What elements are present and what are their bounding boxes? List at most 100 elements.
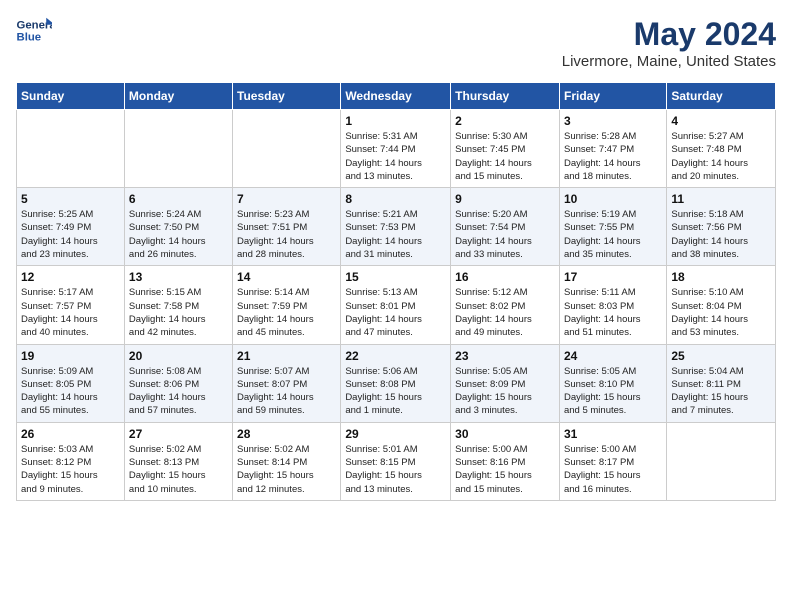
- calendar-cell: 28Sunrise: 5:02 AMSunset: 8:14 PMDayligh…: [233, 422, 341, 500]
- calendar-cell: 15Sunrise: 5:13 AMSunset: 8:01 PMDayligh…: [341, 266, 451, 344]
- day-info-line: Sunrise: 5:21 AM: [345, 209, 417, 220]
- day-number: 25: [671, 349, 771, 363]
- day-info: Sunrise: 5:12 AM Sunset: 8:02 PM Daylight:…: [455, 286, 555, 339]
- calendar-cell: 19 Sunrise: 5:09 AMSunset: 8:05 PMDayligh…: [17, 344, 125, 422]
- calendar-cell: 11 Sunrise: 5:18 AMSunset: 7:56 PMDayligh…: [667, 188, 776, 266]
- day-info-line: and 12 minutes.: [237, 484, 305, 495]
- day-number: 18: [671, 270, 771, 284]
- day-info-line: Daylight: 14 hours: [564, 314, 641, 325]
- day-info-line: Daylight: 15 hours: [564, 392, 641, 403]
- day-info-line: and 23 minutes.: [21, 249, 89, 260]
- day-info: Sunrise: 5:24 AMSunset: 7:50 PMDaylight:…: [129, 208, 228, 261]
- day-info-line: and 5 minutes.: [564, 405, 626, 416]
- day-info-line: Sunset: 8:02 PM: [455, 301, 525, 312]
- day-info-line: Sunset: 7:44 PM: [345, 144, 415, 155]
- day-info: Sunrise: 5:27 AMSunset: 7:48 PMDaylight:…: [671, 130, 771, 183]
- day-info-line: and 38 minutes.: [671, 249, 739, 260]
- day-info-line: Sunset: 7:45 PM: [455, 144, 525, 155]
- day-info-line: Daylight: 15 hours: [345, 392, 422, 403]
- day-info-line: Sunset: 8:15 PM: [345, 457, 415, 468]
- weekday-header-saturday: Saturday: [667, 83, 776, 110]
- day-info-line: Sunrise: 5:12 AM: [455, 287, 527, 298]
- day-info: Sunrise: 5:05 AMSunset: 8:10 PMDaylight:…: [564, 365, 662, 418]
- day-info-line: Sunset: 7:58 PM: [129, 301, 199, 312]
- calendar-cell: 5Sunrise: 5:25 AMSunset: 7:49 PMDaylight…: [17, 188, 125, 266]
- day-info-line: Sunset: 8:11 PM: [671, 379, 741, 390]
- day-info: Sunrise: 5:14 AMSunset: 7:59 PMDaylight:…: [237, 286, 336, 339]
- day-info-line: Sunrise: 5:07 AM: [237, 366, 309, 377]
- day-info-line: Daylight: 15 hours: [21, 470, 98, 481]
- calendar-cell: 25Sunrise: 5:04 AMSunset: 8:11 PMDayligh…: [667, 344, 776, 422]
- calendar-cell: [17, 110, 125, 188]
- day-info-line: Sunrise: 5:19 AM: [564, 209, 636, 220]
- calendar-week-row: 19 Sunrise: 5:09 AMSunset: 8:05 PMDayligh…: [17, 344, 776, 422]
- day-info-line: and 13 minutes.: [345, 484, 413, 495]
- day-info-line: and 33 minutes.: [455, 249, 523, 260]
- day-number: 29: [345, 427, 446, 441]
- day-info: Sunrise: 5:10 AMSunset: 8:04 PMDaylight:…: [671, 286, 771, 339]
- day-info: Sunrise: 5:00 AMSunset: 8:16 PMDaylight:…: [455, 443, 555, 496]
- day-number: 27: [129, 427, 228, 441]
- day-info-line: Daylight: 14 hours: [455, 158, 532, 169]
- day-info-line: Sunset: 7:59 PM: [237, 301, 307, 312]
- day-info-line: Sunrise: 5:05 AM: [455, 366, 527, 377]
- calendar-cell: 20Sunrise: 5:08 AMSunset: 8:06 PMDayligh…: [124, 344, 232, 422]
- day-number: 24: [564, 349, 662, 363]
- day-info-line: Sunrise: 5:17 AM: [21, 287, 93, 298]
- weekday-header-wednesday: Wednesday: [341, 83, 451, 110]
- day-info-line: Sunset: 8:08 PM: [345, 379, 415, 390]
- day-info: Sunrise: 5:06 AM Sunset: 8:08 PM Daylight:…: [345, 365, 446, 418]
- day-info-line: Daylight: 14 hours: [345, 236, 422, 247]
- day-number: 19: [21, 349, 120, 363]
- day-info-line: Sunrise: 5:06 AM: [345, 366, 417, 377]
- day-info-line: and 49 minutes.: [455, 327, 523, 338]
- day-info-line: Sunrise: 5:24 AM: [129, 209, 201, 220]
- day-info-line: and 42 minutes.: [129, 327, 197, 338]
- calendar-cell: 22Sunrise: 5:06 AMSunset: 8:08 PMDayligh…: [341, 344, 451, 422]
- day-info: Sunrise: 5:08 AMSunset: 8:06 PMDaylight:…: [129, 365, 228, 418]
- day-info: Sunrise: 5:23 AMSunset: 7:51 PMDaylight:…: [237, 208, 336, 261]
- day-number: 8: [345, 192, 446, 206]
- day-info-line: and 15 minutes.: [455, 171, 523, 182]
- day-info-line: Sunrise: 5:09 AM: [21, 366, 93, 377]
- day-info-line: Daylight: 14 hours: [455, 236, 532, 247]
- day-number: 7: [237, 192, 336, 206]
- day-info-line: Daylight: 14 hours: [671, 236, 748, 247]
- day-info: Sunrise: 5:18 AMSunset: 7:56 PMDaylight:…: [671, 208, 771, 261]
- day-info-line: and 15 minutes.: [455, 484, 523, 495]
- day-info-line: and 28 minutes.: [237, 249, 305, 260]
- day-info: Sunrise: 5:02 AMSunset: 8:13 PMDaylight:…: [129, 443, 228, 496]
- day-number: 6: [129, 192, 228, 206]
- day-info-line: Sunrise: 5:00 AM: [564, 444, 636, 455]
- day-info: Sunrise: 5:02 AMSunset: 8:14 PMDaylight:…: [237, 443, 336, 496]
- day-info-line: Daylight: 14 hours: [671, 158, 748, 169]
- day-info-line: Sunrise: 5:31 AM: [345, 131, 417, 142]
- day-info: Sunrise: 5:09 AMSunset: 8:05 PMDaylight:…: [21, 365, 120, 418]
- day-info-line: Sunrise: 5:28 AM: [564, 131, 636, 142]
- day-info-line: Daylight: 14 hours: [455, 314, 532, 325]
- day-info-line: Daylight: 14 hours: [237, 314, 314, 325]
- day-info-line: and 9 minutes.: [21, 484, 83, 495]
- calendar-cell: 24 Sunrise: 5:05 AMSunset: 8:10 PMDayligh…: [559, 344, 666, 422]
- day-number: 15: [345, 270, 446, 284]
- day-info-line: and 1 minute.: [345, 405, 403, 416]
- day-number: 26: [21, 427, 120, 441]
- day-info-line: and 45 minutes.: [237, 327, 305, 338]
- day-info-line: Sunset: 7:51 PM: [237, 222, 307, 233]
- day-info-line: Sunrise: 5:10 AM: [671, 287, 743, 298]
- weekday-header-friday: Friday: [559, 83, 666, 110]
- day-info-line: and 31 minutes.: [345, 249, 413, 260]
- day-info-line: Sunrise: 5:04 AM: [671, 366, 743, 377]
- calendar-cell: 7 Sunrise: 5:23 AMSunset: 7:51 PMDaylight…: [233, 188, 341, 266]
- day-info: Sunrise: 5:20 AMSunset: 7:54 PMDaylight:…: [455, 208, 555, 261]
- calendar-cell: 23Sunrise: 5:05 AMSunset: 8:09 PMDayligh…: [451, 344, 560, 422]
- calendar-cell: 26Sunrise: 5:03 AMSunset: 8:12 PMDayligh…: [17, 422, 125, 500]
- day-info-line: and 55 minutes.: [21, 405, 89, 416]
- day-info-line: Daylight: 14 hours: [237, 236, 314, 247]
- day-info-line: Daylight: 14 hours: [564, 236, 641, 247]
- calendar-cell: 21Sunrise: 5:07 AMSunset: 8:07 PMDayligh…: [233, 344, 341, 422]
- calendar-cell: 3Sunrise: 5:28 AMSunset: 7:47 PMDaylight…: [559, 110, 666, 188]
- day-info-line: Sunset: 8:17 PM: [564, 457, 634, 468]
- day-number: 11: [671, 192, 771, 206]
- day-info-line: and 13 minutes.: [345, 171, 413, 182]
